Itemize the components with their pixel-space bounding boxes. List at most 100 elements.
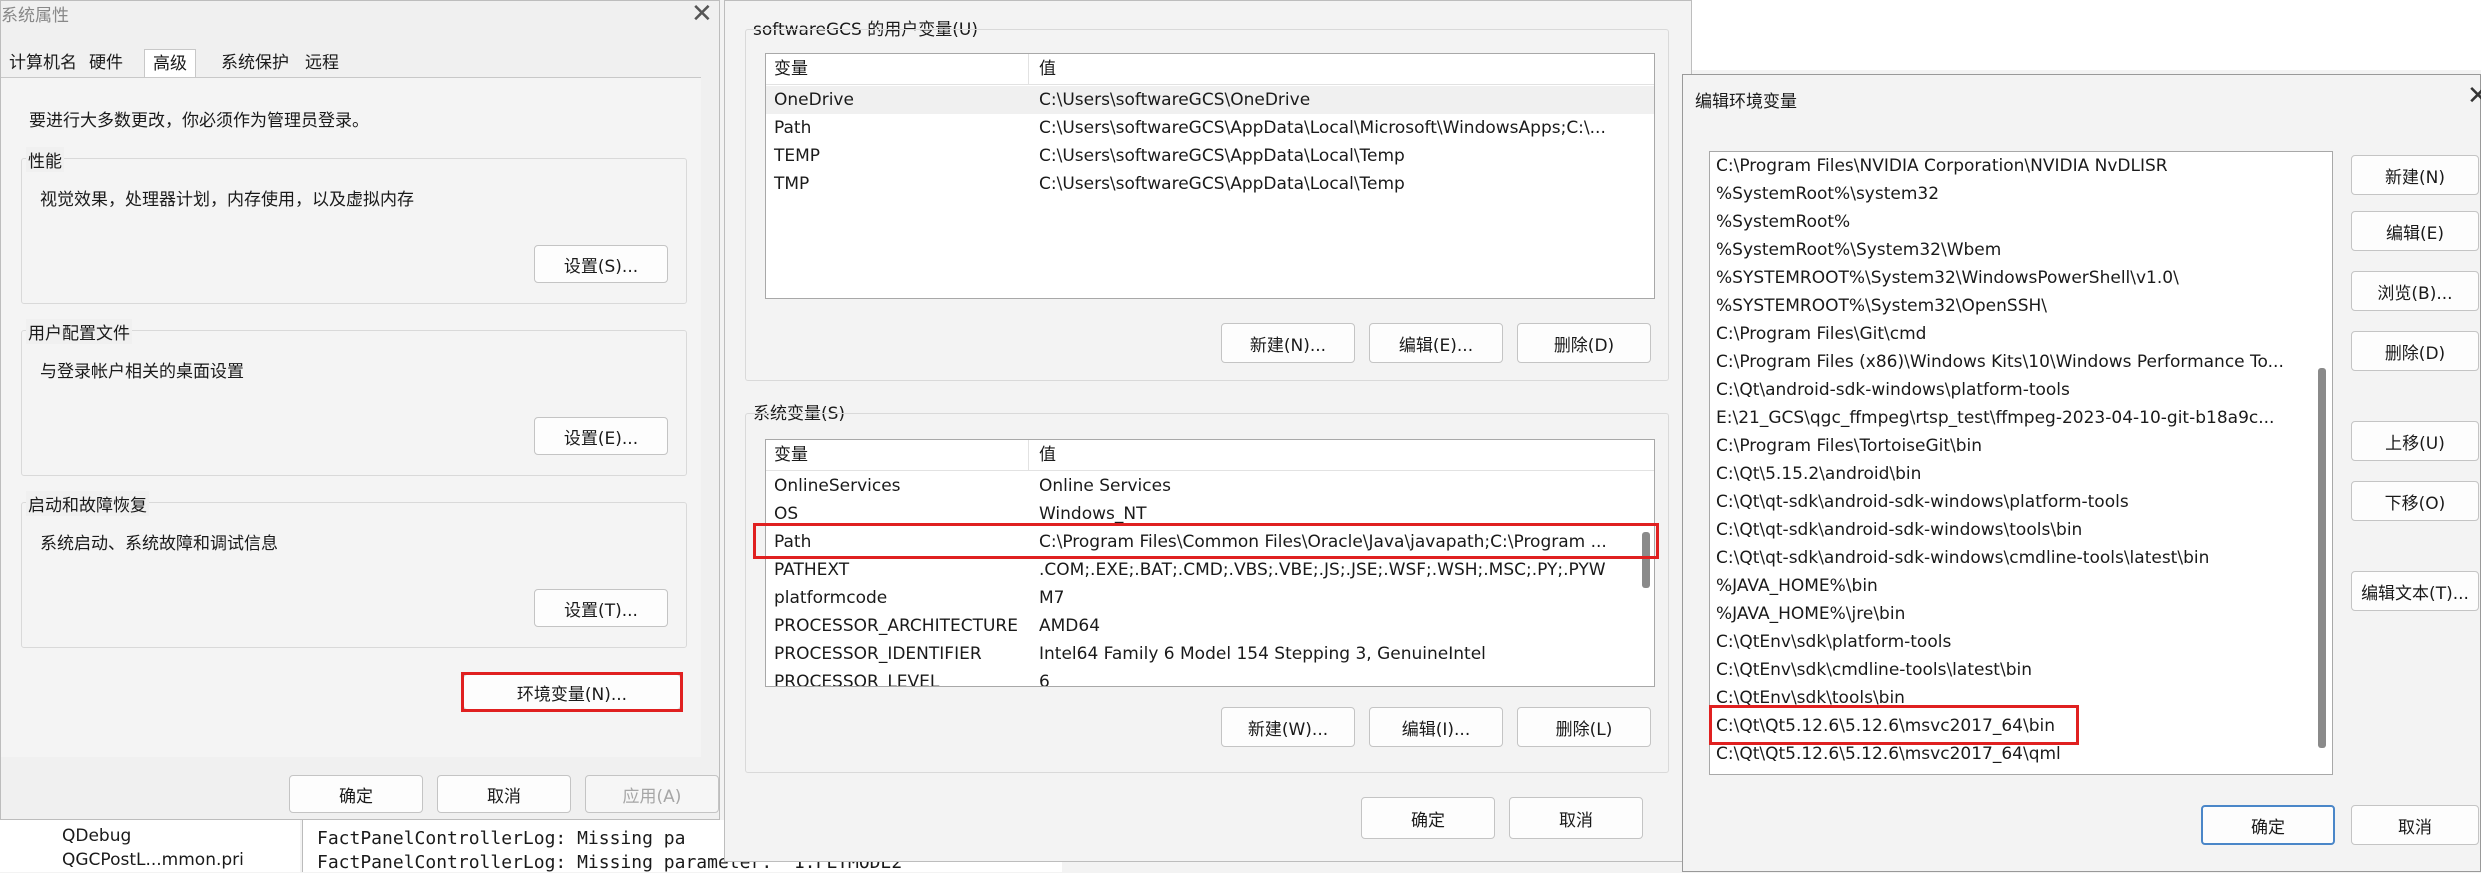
edit-text-button[interactable]: 编辑文本(T)... [2351,571,2479,611]
var-name: PROCESSOR_LEVEL [774,672,940,687]
highlight-box [461,672,683,712]
dialog-title: 编辑环境变量 [1695,92,1797,112]
tab-panel: 要进行大多数更改，你必须作为管理员登录。 性能 视觉效果，处理器计划，内存使用，… [1,77,701,757]
list-item[interactable]: C:\Qt\5.15.2\android\bin [1710,460,2332,488]
list-item[interactable]: C:\Qt\qt-sdk\android-sdk-windows\tools\b… [1710,516,2332,544]
var-value: AMD64 [1039,616,1101,636]
table-row[interactable]: PROCESSOR_IDENTIFIER Intel64 Family 6 Mo… [766,640,1654,668]
list-item[interactable]: %SYSTEMROOT%\System32\WindowsPowerShell\… [1710,264,2332,292]
user-vars-list[interactable]: 变量 值 OneDrive C:\Users\softwareGCS\OneDr… [765,53,1655,299]
var-name: platformcode [774,588,888,608]
system-new-button[interactable]: 新建(W)... [1221,707,1355,747]
file-item[interactable]: QGCPostL...mmon.pri [62,850,244,870]
user-delete-button[interactable]: 删除(D) [1517,323,1651,363]
table-row[interactable]: PATHEXT .COM;.EXE;.BAT;.CMD;.VBS;.VBE;.J… [766,556,1654,584]
var-value: C:\Users\softwareGCS\OneDrive [1039,90,1311,110]
list-item[interactable]: %SystemRoot% [1710,208,2332,236]
tab-computer-name[interactable]: 计算机名 [1,49,85,77]
list-item[interactable]: C:\Qt\qt-sdk\android-sdk-windows\platfor… [1710,488,2332,516]
column-value[interactable]: 值 [1039,54,1056,84]
var-name: PROCESSOR_ARCHITECTURE [774,616,1018,636]
var-value: C:\Users\softwareGCS\AppData\Local\Temp [1039,146,1405,166]
startup-recovery-group: 启动和故障恢复 系统启动、系统故障和调试信息 设置(T)... [21,491,687,648]
list-item[interactable]: %SystemRoot%\System32\Wbem [1710,236,2332,264]
background-window [1690,0,2481,70]
table-row[interactable]: PROCESSOR_ARCHITECTURE AMD64 [766,612,1654,640]
tab-remote[interactable]: 远程 [297,49,347,77]
list-item[interactable]: C:\Qt\android-sdk-windows\platform-tools [1710,376,2332,404]
list-item[interactable]: %JAVA_HOME%\bin [1710,572,2332,600]
list-item[interactable]: C:\QtEnv\sdk\platform-tools [1710,628,2332,656]
ok-button[interactable]: 确定 [289,775,423,813]
edit-environment-variable-dialog: 编辑环境变量 ✕ C:\Program Files\NVIDIA Corpora… [1682,74,2481,872]
list-header: 变量 值 [766,54,1654,85]
var-name: OnlineServices [774,476,901,496]
user-profile-desc: 与登录帐户相关的桌面设置 [40,362,244,382]
var-value: Online Services [1039,476,1171,496]
list-item[interactable]: C:\Program Files (x86)\Windows Kits\10\W… [1710,348,2332,376]
list-item[interactable]: C:\Program Files\NVIDIA Corporation\NVID… [1710,152,2332,180]
list-item[interactable]: %SystemRoot%\system32 [1710,180,2332,208]
var-value: 6 [1039,672,1050,687]
table-row[interactable]: TMP C:\Users\softwareGCS\AppData\Local\T… [766,170,1654,198]
tab-system-protection[interactable]: 系统保护 [213,49,297,77]
performance-group: 性能 视觉效果，处理器计划，内存使用，以及虚拟内存 设置(S)... [21,147,687,304]
cancel-button[interactable]: 取消 [437,775,571,813]
list-item[interactable]: %JAVA_HOME%\jre\bin [1710,600,2332,628]
column-variable[interactable]: 变量 [774,54,808,84]
move-down-button[interactable]: 下移(O) [2351,481,2479,521]
table-row[interactable]: OneDrive C:\Users\softwareGCS\OneDrive [766,86,1654,114]
tab-hardware[interactable]: 硬件 [81,49,131,77]
user-edit-button[interactable]: 编辑(E)... [1369,323,1503,363]
var-name: OneDrive [774,90,854,110]
ok-button[interactable]: 确定 [1361,797,1495,839]
var-value: .COM;.EXE;.BAT;.CMD;.VBS;.VBE;.JS;.JSE;.… [1039,560,1606,580]
user-new-button[interactable]: 新建(N)... [1221,323,1355,363]
performance-settings-button[interactable]: 设置(S)... [534,245,668,283]
system-vars-list[interactable]: 变量 值 OnlineServices Online Services OS W… [765,439,1655,687]
column-value[interactable]: 值 [1039,440,1056,470]
log-line: FactPanelControllerLog: Missing pa [317,828,686,849]
list-item[interactable]: %SYSTEMROOT%\System32\OpenSSH\ [1710,292,2332,320]
cancel-button[interactable]: 取消 [2351,805,2479,845]
close-icon[interactable]: ✕ [691,0,713,29]
admin-note: 要进行大多数更改，你必须作为管理员登录。 [29,111,369,131]
cancel-button[interactable]: 取消 [1509,797,1643,839]
dialog-title: 系统属性 [1,6,69,26]
delete-button[interactable]: 删除(D) [2351,331,2479,371]
browse-button[interactable]: 浏览(B)... [2351,271,2479,311]
list-item[interactable]: C:\Program Files\Git\cmd [1710,320,2332,348]
list-item[interactable]: C:\Qt\qt-sdk\android-sdk-windows\cmdline… [1710,544,2332,572]
table-row[interactable]: Path C:\Users\softwareGCS\AppData\Local\… [766,114,1654,142]
tab-advanced[interactable]: 高级 [144,49,196,78]
user-profile-settings-button[interactable]: 设置(E)... [534,417,668,455]
close-icon[interactable]: ✕ [2467,81,2481,111]
table-row[interactable]: TEMP C:\Users\softwareGCS\AppData\Local\… [766,142,1654,170]
list-header: 变量 值 [766,440,1654,471]
var-name: Path [774,118,812,138]
environment-variables-dialog: softwareGCS 的用户变量(U) 变量 值 OneDrive C:\Us… [724,0,1692,862]
edit-button[interactable]: 编辑(E) [2351,211,2479,251]
table-row[interactable]: platformcode M7 [766,584,1654,612]
list-item[interactable]: C:\QtEnv\sdk\cmdline-tools\latest\bin [1710,656,2332,684]
system-delete-button[interactable]: 删除(L) [1517,707,1651,747]
column-variable[interactable]: 变量 [774,440,808,470]
startup-recovery-label: 启动和故障恢复 [26,491,149,516]
path-list[interactable]: C:\Program Files\NVIDIA Corporation\NVID… [1709,151,2333,775]
user-profile-group: 用户配置文件 与登录帐户相关的桌面设置 设置(E)... [21,319,687,476]
ok-button[interactable]: 确定 [2201,805,2335,845]
var-value: M7 [1039,588,1065,608]
list-item[interactable]: E:\21_GCS\qgc_ffmpeg\rtsp_test\ffmpeg-20… [1710,404,2332,432]
list-item[interactable]: C:\Program Files\TortoiseGit\bin [1710,432,2332,460]
scrollbar-thumb[interactable] [2318,368,2326,748]
table-row[interactable]: PROCESSOR_LEVEL 6 [766,668,1654,687]
apply-button[interactable]: 应用(A) [585,775,719,813]
file-item[interactable]: QDebug [62,826,131,846]
performance-label: 性能 [26,147,64,172]
var-value: C:\Users\softwareGCS\AppData\Local\Micro… [1039,118,1606,138]
table-row[interactable]: OnlineServices Online Services [766,472,1654,500]
new-button[interactable]: 新建(N) [2351,155,2479,195]
move-up-button[interactable]: 上移(U) [2351,421,2479,461]
startup-settings-button[interactable]: 设置(T)... [534,589,668,627]
system-edit-button[interactable]: 编辑(I)... [1369,707,1503,747]
